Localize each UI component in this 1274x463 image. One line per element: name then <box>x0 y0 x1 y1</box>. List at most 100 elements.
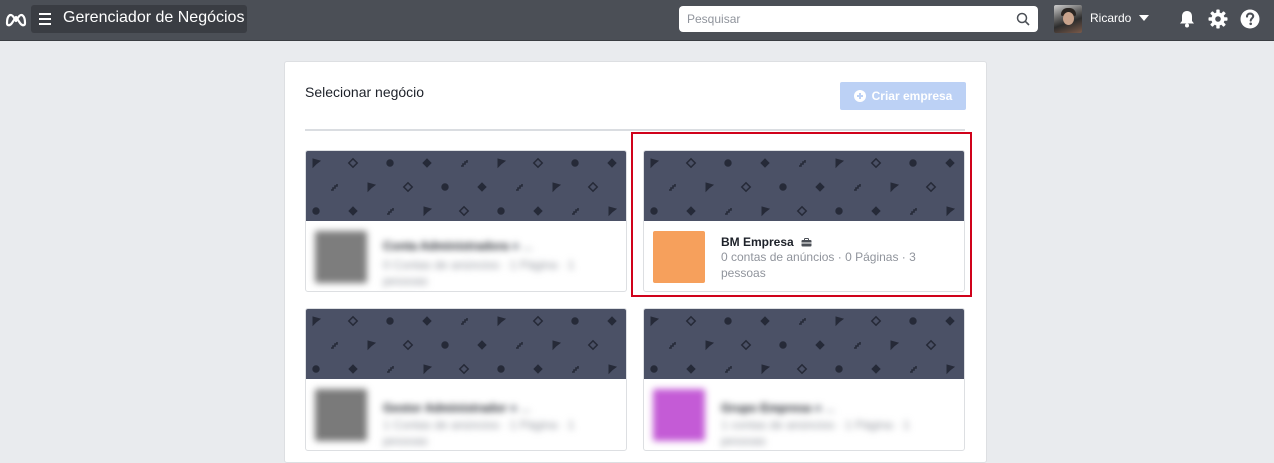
chevron-down-icon[interactable] <box>1139 15 1149 21</box>
business-name: Conta Administradora ■ ... <box>383 239 533 253</box>
help-icon[interactable] <box>1240 9 1260 29</box>
pattern-glyph <box>497 316 507 327</box>
pattern-glyph <box>458 363 470 375</box>
pattern-glyph <box>815 182 825 192</box>
card-banner <box>306 309 626 379</box>
banner-pattern <box>650 157 956 217</box>
pattern-glyph <box>796 205 808 217</box>
pattern-glyph <box>516 342 523 349</box>
pattern-glyph <box>587 181 599 193</box>
pattern-glyph <box>367 182 377 193</box>
pattern-glyph <box>587 339 599 351</box>
avatar[interactable] <box>1054 5 1082 33</box>
pattern-glyph <box>607 316 617 326</box>
pattern-glyph <box>669 342 676 349</box>
panel-title: Selecionar negócio <box>305 84 425 100</box>
pattern-glyph <box>761 364 771 375</box>
briefcase-icon <box>801 238 812 247</box>
pattern-glyph <box>441 183 449 191</box>
pattern-glyph <box>458 205 470 217</box>
pattern-glyph <box>347 157 359 169</box>
user-name[interactable]: Ricardo <box>1090 11 1131 25</box>
pattern-glyph <box>910 208 917 215</box>
business-name: BM Empresa <box>721 235 794 249</box>
pattern-glyph <box>779 183 787 191</box>
pattern-glyph <box>650 365 658 373</box>
pattern-glyph <box>815 340 825 350</box>
pattern-glyph <box>945 316 955 326</box>
pattern-glyph <box>909 317 917 325</box>
pattern-glyph <box>740 181 752 193</box>
pattern-glyph <box>607 158 617 168</box>
pattern-glyph <box>835 207 843 215</box>
pattern-glyph <box>461 318 468 325</box>
pattern-glyph <box>870 157 882 169</box>
pattern-glyph <box>835 365 843 373</box>
bell-icon[interactable] <box>1177 9 1197 29</box>
business-card-selected[interactable]: BM Empresa 0 contas de anúncios · 0 Pági… <box>643 150 965 292</box>
pattern-glyph <box>946 206 956 217</box>
pattern-glyph <box>945 158 955 168</box>
app-title: Gerenciador de Negócios <box>63 9 245 26</box>
pattern-glyph <box>312 207 320 215</box>
app-switcher[interactable]: Gerenciador de Negócios <box>31 5 247 33</box>
pattern-glyph <box>608 364 618 375</box>
create-business-label: Criar empresa <box>871 89 953 103</box>
business-meta: 1 Contas de anúncios · 1 Página · 1 pess… <box>383 418 575 448</box>
pattern-glyph <box>533 364 543 374</box>
business-thumbnail <box>315 231 367 283</box>
pattern-glyph <box>386 159 394 167</box>
pattern-glyph <box>516 184 523 191</box>
pattern-glyph <box>760 316 770 326</box>
gear-icon[interactable] <box>1208 9 1228 29</box>
menu-icon[interactable] <box>39 13 51 25</box>
pattern-glyph <box>386 317 394 325</box>
pattern-glyph <box>799 318 806 325</box>
banner-pattern <box>312 157 618 217</box>
search-box <box>679 6 1038 32</box>
pattern-glyph <box>686 364 696 374</box>
pattern-glyph <box>835 316 845 327</box>
pattern-glyph <box>686 206 696 216</box>
business-meta: 0 contas de anúncios · 0 Páginas · 3 pes… <box>721 250 916 280</box>
pattern-glyph <box>871 364 881 374</box>
pattern-glyph <box>422 316 432 326</box>
pattern-glyph <box>669 184 676 191</box>
business-thumbnail <box>315 389 367 441</box>
pattern-glyph <box>571 317 579 325</box>
pattern-glyph <box>740 339 752 351</box>
pattern-glyph <box>608 206 618 217</box>
pattern-glyph <box>533 206 543 216</box>
pattern-glyph <box>532 315 544 327</box>
create-business-button[interactable]: Criar empresa <box>840 82 966 110</box>
pattern-glyph <box>760 158 770 168</box>
pattern-glyph <box>925 339 937 351</box>
business-meta: 1 contas de anúncios · 1 Página · 1 pess… <box>721 418 910 448</box>
business-card[interactable]: Conta Administradora ■ ... 0 Contas de a… <box>305 150 627 292</box>
pattern-glyph <box>402 181 414 193</box>
search-input[interactable] <box>679 6 1012 32</box>
pattern-glyph <box>761 206 771 217</box>
pattern-glyph <box>331 184 338 191</box>
search-icon[interactable] <box>1016 12 1030 26</box>
meta-logo-icon[interactable] <box>4 9 28 29</box>
business-thumbnail <box>653 389 705 441</box>
pattern-glyph <box>725 208 732 215</box>
card-banner <box>644 151 964 221</box>
pattern-glyph <box>890 182 900 193</box>
pattern-glyph <box>387 366 394 373</box>
pattern-glyph <box>387 208 394 215</box>
pattern-glyph <box>347 315 359 327</box>
banner-pattern <box>650 315 956 375</box>
pattern-glyph <box>854 184 861 191</box>
top-bar: Gerenciador de Negócios Ricardo <box>0 0 1274 41</box>
pattern-glyph <box>909 159 917 167</box>
business-card[interactable]: Gestor Administrador ■ ... 1 Contas de a… <box>305 308 627 451</box>
pattern-glyph <box>705 182 715 193</box>
pattern-glyph <box>724 159 732 167</box>
pattern-glyph <box>312 158 322 169</box>
plus-circle-icon <box>853 90 866 102</box>
pattern-glyph <box>650 316 660 327</box>
pattern-glyph <box>497 207 505 215</box>
business-card[interactable]: Grupo Empresa ■ ... 1 contas de anúncios… <box>643 308 965 451</box>
